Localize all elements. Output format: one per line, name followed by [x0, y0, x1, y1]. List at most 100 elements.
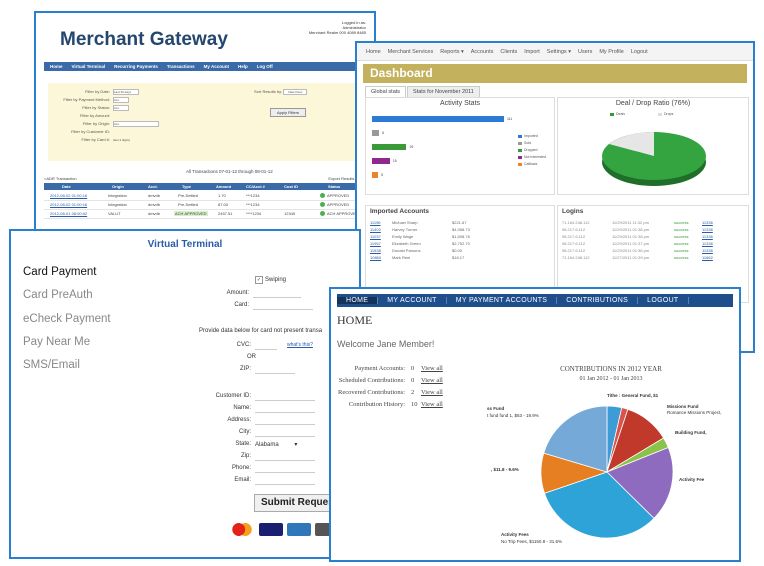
column-header[interactable]: Cust ID [284, 184, 298, 189]
filter-row: Filter by Origin: ALL [58, 121, 159, 127]
nav-logout[interactable]: LOGOUT [638, 297, 689, 304]
view-all-link[interactable]: View all [421, 401, 443, 408]
phone-input[interactable] [255, 472, 315, 473]
nav-my-account[interactable]: My Account [204, 64, 229, 69]
column-header[interactable]: Status [328, 184, 340, 189]
apply-filters-button[interactable]: Apply Filters [270, 108, 306, 117]
amount-input[interactable] [253, 297, 301, 298]
view-all-link[interactable]: View all [421, 365, 443, 372]
card-input[interactable] [253, 309, 313, 310]
nav-my-profile[interactable]: My Profile [599, 49, 623, 55]
user-id-link[interactable]: 11336 [702, 234, 713, 239]
account-id-link[interactable]: 11538 [370, 248, 392, 253]
nav-import[interactable]: Import [524, 49, 540, 55]
list-item[interactable]: 11196 Michael Sharp $221.67 [370, 220, 550, 225]
cvc-input[interactable] [255, 349, 277, 350]
list-item[interactable]: 11402 Harvey Turner $4,958.73 [370, 227, 550, 232]
filter-input[interactable]: (last 4 digits) [113, 138, 143, 142]
legend-swatch [518, 141, 522, 145]
nav-home[interactable]: HOME [337, 297, 379, 304]
email-input[interactable] [255, 484, 315, 485]
cell-date[interactable]: 2012-08-02 01:00:16 [50, 202, 87, 207]
login-time: 11/29/2011 01:38 pm [612, 227, 650, 232]
column-header[interactable]: Acct. [148, 184, 158, 189]
list-item[interactable]: 11538 Donald Parsons $0.00 [370, 248, 550, 253]
filter-input[interactable] [113, 114, 137, 118]
account-id-link[interactable]: 11957 [370, 241, 392, 246]
nav-transactions[interactable]: Transactions [167, 64, 195, 69]
nav-users[interactable]: Users [578, 49, 592, 55]
column-header[interactable]: Date [62, 184, 71, 189]
nav-settings[interactable]: Settings ▾ [547, 49, 571, 55]
filter-select[interactable]: ALL [113, 121, 159, 127]
tab-global-stats[interactable]: Global stats [365, 86, 407, 97]
nav-logout[interactable]: Logout [631, 49, 648, 55]
nav-recurring-payments[interactable]: Recurring Payments [114, 64, 158, 69]
user-id-link[interactable]: 11336 [702, 220, 713, 225]
account-id-link[interactable]: 11402 [370, 227, 392, 232]
table-row[interactable]: 2012-08-02 01:00:16 Integration dmvdb Pr… [44, 192, 366, 201]
login-info: Logged in as: Administrator Merchant Rea… [309, 20, 366, 35]
nav-virtual-terminal[interactable]: Virtual Terminal [72, 64, 106, 69]
column-header[interactable]: CC/Acct # [246, 184, 265, 189]
nav-clients[interactable]: Clients [500, 49, 517, 55]
user-id-link[interactable]: 11662 [702, 255, 713, 260]
pie-label: No Trip Fees, $1150.8 - 31.6% [501, 539, 562, 544]
menu-sms-email[interactable]: SMS/Email [23, 359, 80, 371]
cell-date[interactable]: 2012-08-02 01:00:16 [50, 193, 87, 198]
zip-code-label: Zip: [240, 453, 251, 459]
nav-log-off[interactable]: Log Off [257, 64, 273, 69]
zip-input[interactable] [255, 373, 295, 374]
menu-echeck-payment[interactable]: eCheck Payment [23, 313, 111, 325]
nav-my-payment-accounts[interactable]: MY PAYMENT ACCOUNTS [447, 297, 558, 304]
view-all-link[interactable]: View all [421, 377, 443, 384]
account-id-link[interactable]: 11196 [370, 220, 392, 225]
account-name: Donald Parsons [392, 248, 421, 253]
user-id-link[interactable]: 11336 [702, 241, 713, 246]
zip-code-input[interactable] [255, 460, 315, 461]
menu-pay-near-me[interactable]: Pay Near Me [23, 336, 90, 348]
nav-home[interactable]: Home [366, 49, 381, 55]
column-header[interactable]: Type [182, 184, 191, 189]
nav-merchant-services[interactable]: Merchant Services [388, 49, 434, 55]
user-id-link[interactable]: 11336 [702, 248, 713, 253]
view-all-link[interactable]: View all [421, 389, 443, 396]
add-transaction-link[interactable]: <ADR Transaction [44, 176, 77, 181]
sort-select[interactable]: Date Desc [283, 89, 308, 95]
customer-id-input[interactable] [255, 400, 315, 401]
name-input[interactable] [255, 412, 315, 413]
list-item[interactable]: 11957 Elizabeth Green $2,752.70 [370, 241, 550, 246]
city-input[interactable] [255, 436, 315, 437]
list-item[interactable]: 11037 Emily Wage $1,508.76 [370, 234, 550, 239]
filter-input[interactable] [113, 130, 137, 134]
menu-card-payment[interactable]: Card Payment [23, 266, 97, 278]
filter-label: Filter by Card #: [81, 137, 110, 142]
nav-accounts[interactable]: Accounts [471, 49, 494, 55]
list-item[interactable]: 10860 Mark Reel $16.17 [370, 255, 550, 260]
tab-monthly-stats[interactable]: Stats for November 2011 [407, 86, 480, 97]
nav-home[interactable]: Home [50, 64, 63, 69]
filter-select[interactable]: ALL [113, 105, 129, 111]
state-select[interactable]: Alabama ▾ [255, 441, 297, 448]
account-id-link[interactable]: 10860 [370, 255, 392, 260]
column-header[interactable]: Amount [216, 184, 231, 189]
swiping-checkbox[interactable]: ✓ [255, 276, 263, 284]
account-id-link[interactable]: 11037 [370, 234, 392, 239]
whats-this-link[interactable]: what's this? [287, 342, 313, 348]
cell-date[interactable]: 2012-08-01 08:00:02 [50, 211, 87, 216]
filter-select[interactable]: ALL [113, 97, 129, 103]
column-header[interactable]: Origin [112, 184, 124, 189]
sort-label: Sort Results by: [254, 89, 283, 94]
address-input[interactable] [255, 424, 315, 425]
nav-my-account[interactable]: MY ACCOUNT [378, 297, 447, 304]
cell-type: Pre-Settled [178, 202, 199, 207]
table-row[interactable]: 2012-08-02 01:00:16 Integration dmvdb Pr… [44, 201, 366, 210]
menu-card-preauth[interactable]: Card PreAuth [23, 289, 93, 301]
nav-reports[interactable]: Reports ▾ [440, 49, 464, 55]
user-id-link[interactable]: 11336 [702, 227, 713, 232]
table-row[interactable]: 2012-08-01 08:00:02 VALUT dmvdb ACH APPR… [44, 210, 366, 219]
nav-help[interactable]: Help [238, 64, 248, 69]
account-balance: $16.17 [452, 255, 465, 260]
filter-select[interactable]: Last 30 days [113, 89, 139, 95]
nav-contributions[interactable]: CONTRIBUTIONS [557, 297, 639, 304]
